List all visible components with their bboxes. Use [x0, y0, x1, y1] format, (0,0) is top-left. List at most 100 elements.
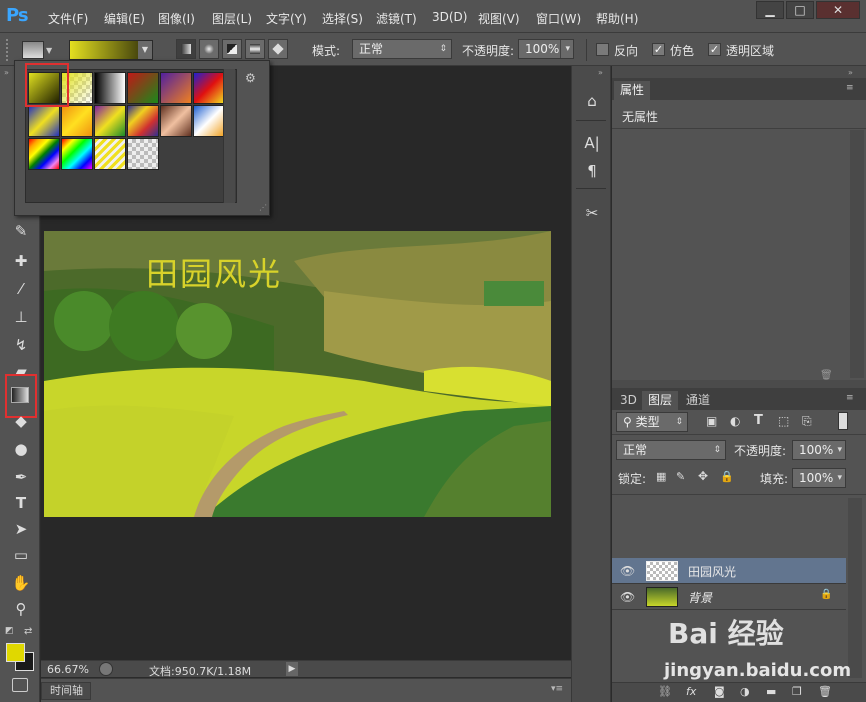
new-layer-icon[interactable]: ❐: [792, 685, 802, 698]
canvas-image[interactable]: 田园风光: [44, 231, 551, 517]
rectangle-icon[interactable]: ▭: [10, 546, 32, 564]
swap-colors-icon[interactable]: ⇄: [24, 626, 32, 637]
opacity-field[interactable]: 100% ▾: [518, 39, 574, 59]
adjustment-layer-icon[interactable]: ◑: [740, 685, 750, 698]
blur-icon[interactable]: ◆: [10, 412, 32, 430]
gradient-dropdown-arrow-icon[interactable]: ▼: [138, 41, 152, 59]
layer-row-text[interactable]: 👁 田园风光: [612, 558, 846, 584]
picker-scrollbar[interactable]: [223, 69, 235, 203]
reverse-checkbox[interactable]: [596, 43, 609, 56]
gradient-swatch-chrome[interactable]: [193, 105, 225, 137]
fill-field[interactable]: 100% ▾: [792, 468, 846, 488]
layer-filter-select[interactable]: ⚲ 类型 ⇕: [616, 412, 688, 432]
transparency-checkbox[interactable]: ✓: [708, 43, 721, 56]
character-panel-icon[interactable]: A|: [580, 132, 604, 154]
quick-mask-icon[interactable]: [12, 678, 28, 692]
layer-opacity-field[interactable]: 100% ▾: [792, 440, 846, 460]
menu-edit[interactable]: 编辑(E): [104, 10, 145, 27]
link-icon[interactable]: ⛓: [658, 685, 672, 698]
paragraph-panel-icon[interactable]: ¶: [580, 160, 604, 182]
menu-view[interactable]: 视图(V): [478, 10, 520, 27]
canvas-text-layer[interactable]: 田园风光: [146, 249, 282, 295]
filter-toggle[interactable]: [838, 412, 848, 430]
gradient-swatch-copper[interactable]: [160, 105, 192, 137]
menu-image[interactable]: 图像(I): [158, 10, 195, 27]
chevron-down-icon[interactable]: ▾: [837, 441, 842, 459]
panel-menu-icon[interactable]: ≡: [846, 83, 854, 93]
fx-icon[interactable]: fx: [686, 685, 696, 698]
clone-stamp-icon[interactable]: ⊥: [10, 308, 32, 326]
healing-brush-icon[interactable]: ✚: [10, 252, 32, 270]
default-colors-icon[interactable]: ◩: [5, 626, 14, 636]
angle-gradient-button[interactable]: [222, 39, 242, 59]
gradient-swatch-transparent-stripes[interactable]: [94, 138, 126, 170]
menu-select[interactable]: 选择(S): [322, 10, 363, 27]
lock-all-icon[interactable]: 🔒: [720, 470, 734, 483]
dodge-icon[interactable]: ●: [10, 440, 32, 458]
gradient-tool-preset-icon[interactable]: [22, 41, 44, 59]
gradient-swatch-red-green[interactable]: [127, 72, 159, 104]
gradient-swatch-orange-yellow[interactable]: [61, 105, 93, 137]
layer-name[interactable]: 田园风光: [688, 563, 736, 580]
tab-layers[interactable]: 图层: [642, 391, 679, 410]
brush-icon[interactable]: ⁄: [10, 280, 32, 298]
panel-menu-icon[interactable]: ≡: [846, 393, 854, 403]
pen-icon[interactable]: ✒: [10, 468, 32, 486]
reflected-gradient-button[interactable]: [245, 39, 265, 59]
layer-name[interactable]: 背景: [688, 589, 712, 606]
dither-checkbox[interactable]: ✓: [652, 43, 665, 56]
properties-scrollbar[interactable]: [850, 130, 864, 378]
play-arrow-icon[interactable]: ▶: [286, 662, 298, 676]
radial-gradient-button[interactable]: [199, 39, 219, 59]
tab-3d[interactable]: 3D: [614, 391, 643, 410]
layers-scrollbar[interactable]: [848, 498, 862, 678]
menu-layer[interactable]: 图层(L): [212, 10, 252, 27]
gear-icon[interactable]: ⚙: [245, 71, 256, 85]
path-selection-icon[interactable]: ➤: [10, 520, 32, 538]
gradient-swatch-spectrum[interactable]: [28, 138, 60, 170]
menu-file[interactable]: 文件(F): [48, 10, 88, 27]
type-icon[interactable]: T: [10, 494, 32, 512]
menu-type[interactable]: 文字(Y): [266, 10, 307, 27]
adjustment-filter-icon[interactable]: ◐: [730, 414, 740, 428]
tool-presets-icon[interactable]: ✂: [580, 202, 604, 224]
tab-channels[interactable]: 通道: [680, 391, 716, 410]
minimize-button[interactable]: ▁: [756, 1, 784, 19]
gradient-swatch-black-white[interactable]: [94, 72, 126, 104]
add-mask-icon[interactable]: ◙: [714, 685, 725, 698]
tab-properties[interactable]: 属性: [614, 81, 651, 100]
chevron-down-icon[interactable]: ▼: [46, 46, 52, 55]
type-filter-icon[interactable]: T: [754, 413, 763, 428]
eye-icon[interactable]: 👁: [620, 564, 635, 578]
layer-row-background[interactable]: 👁 背景 🔒: [612, 584, 846, 610]
menu-window[interactable]: 窗口(W): [536, 10, 581, 27]
pixel-filter-icon[interactable]: ▣: [706, 414, 717, 428]
gradient-swatch-violet-green[interactable]: [94, 105, 126, 137]
gradient-swatch-transparent-rainbow[interactable]: [61, 138, 93, 170]
gradient-swatch-blue-yellow-blue[interactable]: [28, 105, 60, 137]
zoom-level[interactable]: 66.67%: [47, 663, 89, 676]
menu-help[interactable]: 帮助(H): [596, 10, 638, 27]
eye-icon[interactable]: 👁: [620, 590, 635, 604]
lock-paint-icon[interactable]: ✎: [676, 470, 685, 483]
mode-select[interactable]: 正常 ⇕: [352, 39, 452, 59]
collapse-icon[interactable]: »: [598, 68, 603, 77]
blend-mode-select[interactable]: 正常 ⇕: [616, 440, 726, 460]
shape-filter-icon[interactable]: ⬚: [778, 414, 789, 428]
eyedropper-icon[interactable]: ✎: [10, 222, 32, 240]
chevron-down-icon[interactable]: ▾: [560, 40, 570, 58]
share-icon[interactable]: [99, 662, 113, 676]
gradient-swatch-transparent[interactable]: [127, 138, 159, 170]
hand-icon[interactable]: ✋: [10, 574, 32, 592]
history-panel-icon[interactable]: ⌂: [580, 90, 604, 112]
panel-menu-icon[interactable]: ▾≡: [551, 684, 563, 694]
foreground-color-swatch[interactable]: [6, 643, 25, 662]
gradient-swatch-multi[interactable]: [127, 105, 159, 137]
resize-grip-icon[interactable]: ⋰: [259, 203, 267, 212]
collapse-icon[interactable]: »: [4, 68, 9, 77]
trash-icon[interactable]: 🗑: [820, 370, 833, 381]
gradient-swatch-violet-orange[interactable]: [160, 72, 192, 104]
collapse-icon[interactable]: »: [848, 68, 853, 77]
chevron-down-icon[interactable]: ▾: [837, 469, 842, 487]
timeline-tab[interactable]: 时间轴: [41, 682, 91, 700]
